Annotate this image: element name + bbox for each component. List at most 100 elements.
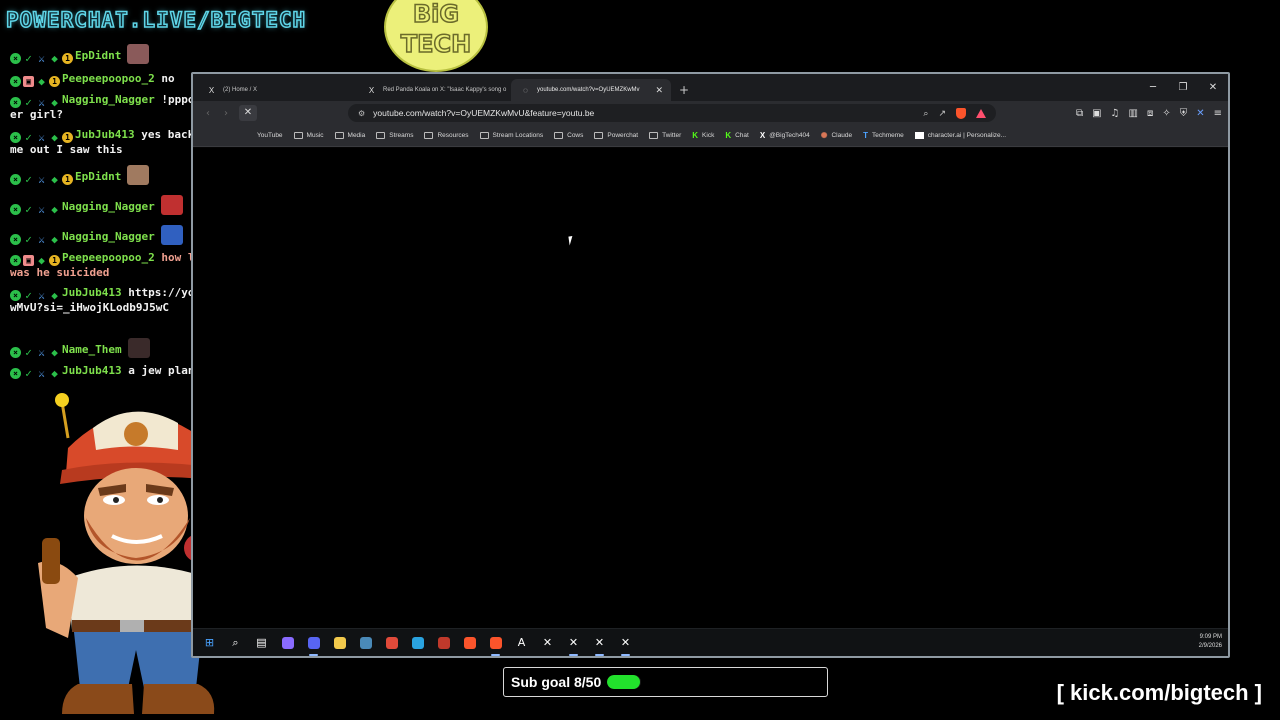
- x-window-3-icon[interactable]: ✕: [617, 634, 634, 656]
- bookmark-music[interactable]: Music: [293, 132, 324, 139]
- diamond-badge-icon: ◆: [38, 254, 45, 267]
- new-tab-button[interactable]: +: [679, 83, 689, 97]
- diamond-badge-icon: ◆: [51, 131, 58, 144]
- bookmark-youtube[interactable]: YouTube: [257, 132, 283, 139]
- task-view-icon[interactable]: ▤: [253, 634, 270, 651]
- chat-username[interactable]: Nagging_Nagger: [62, 200, 155, 213]
- copilot-icon[interactable]: [279, 634, 296, 651]
- mod-badge-icon: ×: [10, 290, 21, 301]
- chat-username[interactable]: JubJub413: [75, 128, 135, 141]
- music-icon[interactable]: ♫: [1111, 108, 1120, 119]
- diamond-badge-icon: ◆: [51, 52, 58, 65]
- bookmark-stream-locations[interactable]: Stream Locations: [479, 132, 543, 139]
- bookmark-chat[interactable]: K Chat: [725, 131, 749, 140]
- chat-username[interactable]: EpDidnt: [75, 49, 121, 62]
- x-logo-icon: X: [208, 85, 215, 95]
- bookmark-label: Media: [347, 132, 366, 139]
- kick-url-label: [ kick.com/bigtech ]: [1056, 680, 1262, 705]
- chat-username[interactable]: Name_Them: [62, 343, 122, 356]
- sidebar-icon[interactable]: ▥: [1129, 108, 1138, 119]
- emote-image: [160, 225, 183, 245]
- app-red-icon[interactable]: [435, 634, 452, 651]
- chrome-icon[interactable]: [383, 634, 400, 651]
- loading-icon: ◌: [523, 85, 528, 95]
- menu-icon[interactable]: ≡: [1214, 108, 1222, 119]
- sword-badge-icon: ⚔: [38, 173, 45, 186]
- bookmark-powerchat[interactable]: Powerchat: [594, 132, 638, 139]
- bookmark-resources[interactable]: Resources: [424, 132, 469, 139]
- tab-bar: X (2) Home / X X Red Panda Koala on X: "…: [193, 74, 1228, 101]
- bookmark-character-ai-personalize[interactable]: character.ai | Personalize...: [914, 132, 1006, 139]
- bookmark-claude[interactable]: ✺ Claude: [821, 131, 852, 140]
- system-clock[interactable]: 9:09 PM 2/9/2026: [1199, 633, 1222, 651]
- page-content[interactable]: [193, 148, 1228, 628]
- mouse-cursor-icon: [568, 235, 578, 246]
- x-window-1-icon[interactable]: ✕: [565, 634, 582, 656]
- ai-app-icon[interactable]: A: [513, 634, 530, 651]
- browser-window: X (2) Home / X X Red Panda Koala on X: "…: [191, 72, 1230, 658]
- x-app-icon[interactable]: ✕: [539, 634, 556, 651]
- tab-x-post[interactable]: X Red Panda Koala on X: "Isaac Kappy's s…: [357, 79, 507, 101]
- chat-username[interactable]: Nagging_Nagger: [62, 230, 155, 243]
- extensions-icon[interactable]: ⧉: [1076, 108, 1083, 119]
- restore-button[interactable]: ❐: [1168, 74, 1198, 101]
- chat-username[interactable]: Nagging_Nagger: [62, 93, 155, 106]
- tab-youtube[interactable]: ◌ youtube.com/watch?v=OyUEMZKwMv ✕: [511, 79, 671, 101]
- tab-x-home[interactable]: X (2) Home / X: [197, 79, 353, 101]
- chat-username[interactable]: Peepeepoopoo_2: [62, 72, 155, 85]
- vpn-icon[interactable]: ⛨: [1180, 108, 1188, 119]
- zoom-icon[interactable]: ⌕: [923, 108, 928, 119]
- share-icon[interactable]: ↗: [938, 108, 946, 119]
- bookmark-kick[interactable]: K Kick: [692, 131, 714, 140]
- stream-title: POWERCHAT.LIVE/BIGTECH: [5, 7, 307, 33]
- extension-x-icon[interactable]: ✕: [1196, 108, 1204, 119]
- search-icon[interactable]: ⌕: [227, 634, 244, 651]
- bookmark-streams[interactable]: Streams: [376, 132, 413, 139]
- brave-active-icon[interactable]: [487, 634, 504, 656]
- folder-icon: [424, 132, 434, 139]
- minimize-button[interactable]: ─: [1138, 74, 1168, 101]
- brave-shields-icon[interactable]: [956, 107, 966, 119]
- back-button[interactable]: ‹: [199, 108, 217, 119]
- user-badges: × ✓ ⚔ ◆: [10, 347, 60, 358]
- wallet-icon[interactable]: ▣: [1092, 108, 1101, 119]
- bookmark-label: YouTube: [257, 132, 283, 139]
- user-badges: × ✓ ⚔ ◆ 1: [10, 53, 73, 64]
- sword-badge-icon: ⚔: [38, 346, 45, 359]
- folder-icon: [479, 132, 489, 139]
- site-info-icon[interactable]: ⚙: [358, 109, 365, 118]
- forward-button[interactable]: ›: [217, 108, 235, 119]
- chat-username[interactable]: Peepeepoopoo_2: [62, 251, 155, 264]
- telegram-icon[interactable]: [409, 634, 426, 651]
- bookmark--bigtech404[interactable]: X @BigTech404: [760, 131, 810, 140]
- app-red-glyph: [437, 636, 450, 649]
- windows-start-icon[interactable]: ⊞: [201, 634, 218, 651]
- bookmark-cows[interactable]: Cows: [554, 132, 583, 139]
- chat-username[interactable]: JubJub413: [62, 364, 122, 377]
- close-window-button[interactable]: ✕: [1198, 74, 1228, 101]
- brave-icon[interactable]: [461, 634, 478, 651]
- chat-message: × ✓ ⚔ ◆ 1 EpDidnt: [10, 44, 290, 64]
- chat-username[interactable]: JubJub413: [62, 286, 122, 299]
- leo-ai-icon[interactable]: ✧: [1162, 108, 1170, 119]
- bookmark-label: Resources: [437, 132, 469, 139]
- x-window-2-icon[interactable]: ✕: [591, 634, 608, 656]
- file-explorer-icon[interactable]: [331, 634, 348, 651]
- brave-rewards-icon[interactable]: [976, 108, 986, 118]
- stop-loading-button[interactable]: ✕: [239, 105, 257, 121]
- discord-icon[interactable]: [305, 634, 322, 656]
- bookmark-twitter[interactable]: Twitter: [649, 132, 681, 139]
- bookmark-techmeme[interactable]: T Techmeme: [863, 131, 904, 140]
- verified-badge-icon: ✓: [25, 203, 32, 216]
- bookmark-media[interactable]: Media: [334, 132, 366, 139]
- gift-badge-icon: ▣: [23, 76, 34, 87]
- chat-username[interactable]: EpDidnt: [75, 170, 121, 183]
- close-tab-icon[interactable]: ✕: [655, 85, 663, 96]
- user-badges: × ✓ ⚔ ◆: [10, 290, 60, 301]
- folder-icon: [293, 132, 303, 139]
- address-bar[interactable]: ⚙ youtube.com/watch?v=OyUEMZKwMvU&featur…: [348, 104, 996, 122]
- user-badges: × ✓ ⚔ ◆: [10, 97, 60, 108]
- tab-group-icon[interactable]: ⧈: [1147, 108, 1153, 119]
- sword-badge-icon: ⚔: [38, 52, 45, 65]
- steam-icon[interactable]: [357, 634, 374, 651]
